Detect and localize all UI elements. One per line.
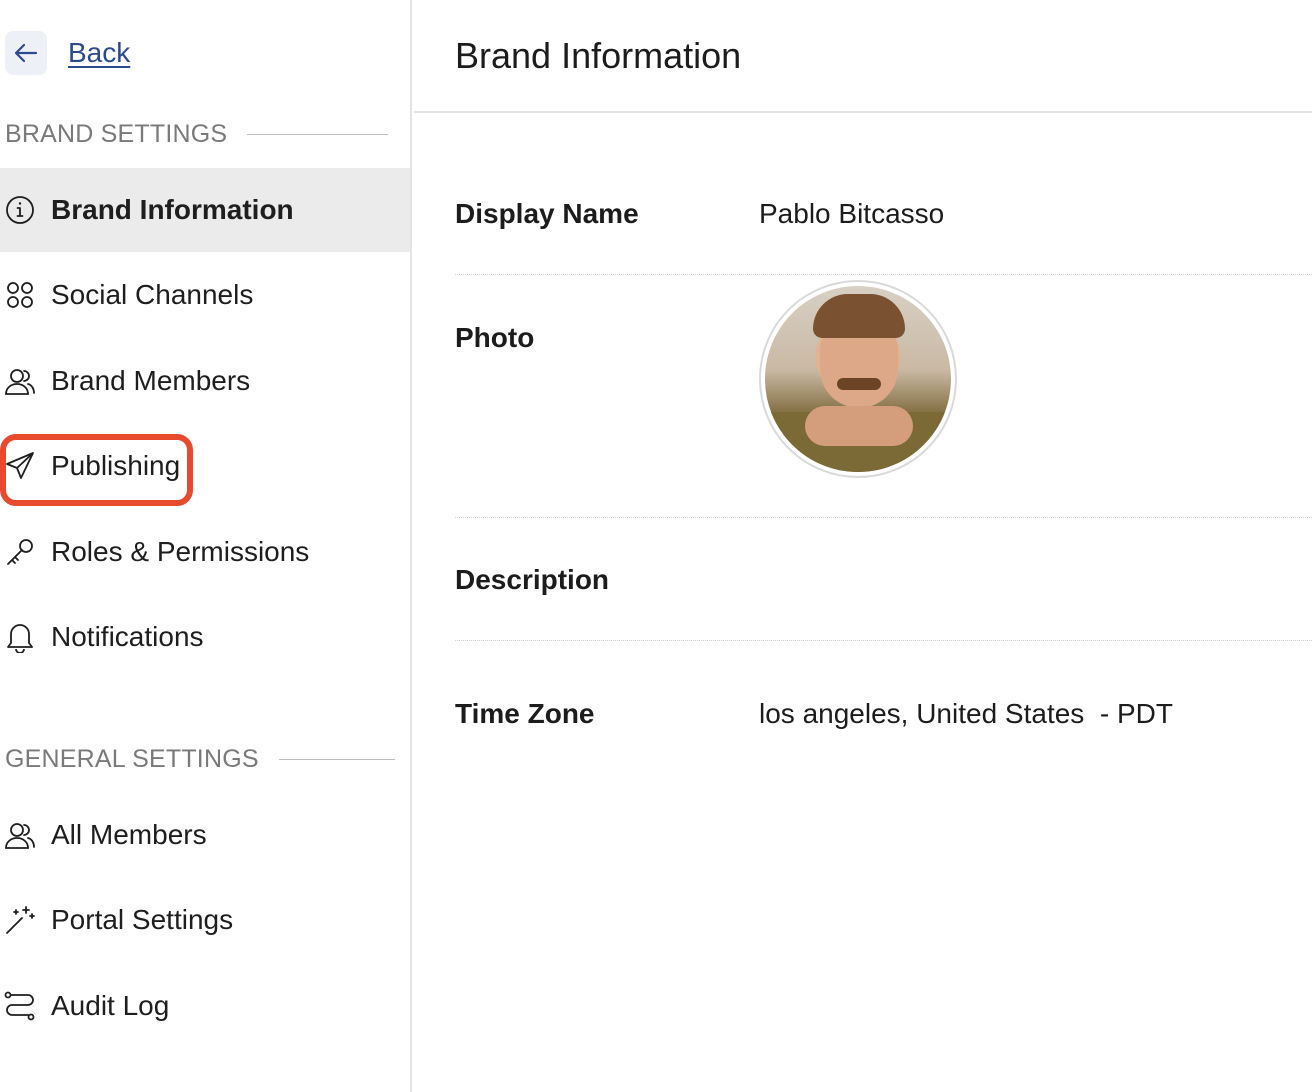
paper-plane-icon	[4, 450, 36, 482]
sidebar-item-label: Audit Log	[51, 990, 170, 1021]
sidebar-item-brand-members[interactable]: Brand Members	[0, 339, 410, 423]
general-settings-heading: GENERAL SETTINGS	[5, 745, 395, 774]
sidebar-item-label: Portal Settings	[51, 904, 234, 935]
sidebar-item-publishing[interactable]: Publishing	[0, 424, 410, 508]
section-divider	[247, 134, 389, 135]
route-icon	[4, 990, 36, 1022]
general-settings-title: GENERAL SETTINGS	[5, 745, 259, 773]
sidebar-item-all-members[interactable]: All Members	[0, 793, 410, 877]
app-root: Back BRAND SETTINGS Brand Information So…	[0, 0, 1312, 1092]
brand-settings-heading: BRAND SETTINGS	[5, 120, 389, 149]
photo-label: Photo	[455, 322, 535, 353]
page-header: Brand Information	[414, 0, 1312, 113]
bell-icon	[4, 621, 36, 653]
back-label[interactable]: Back	[68, 37, 130, 69]
sidebar-item-label: Brand Information	[51, 194, 294, 225]
sidebar-item-brand-information[interactable]: Brand Information	[0, 168, 410, 252]
avatar-hair	[813, 294, 905, 338]
users-icon	[4, 365, 36, 397]
sidebar-item-social-channels[interactable]: Social Channels	[0, 253, 410, 337]
sidebar-item-roles-permissions[interactable]: Roles & Permissions	[0, 510, 410, 594]
description-label: Description	[455, 564, 610, 595]
avatar	[765, 286, 951, 472]
sidebar-item-label: Roles & Permissions	[51, 536, 310, 567]
users-icon	[4, 819, 36, 851]
sidebar-item-label: Brand Members	[51, 365, 251, 396]
social-channels-icon	[4, 279, 36, 311]
back-link[interactable]: Back	[5, 30, 130, 76]
avatar-hands	[805, 406, 913, 446]
settings-sidebar: Back BRAND SETTINGS Brand Information So…	[0, 0, 412, 1092]
sidebar-item-label: Notifications	[51, 621, 204, 652]
main-content: Brand Information Display Name Pablo Bit…	[414, 0, 1312, 1092]
key-icon	[4, 536, 36, 568]
row-divider	[455, 274, 1312, 275]
brand-settings-title: BRAND SETTINGS	[5, 120, 228, 148]
avatar-mustache	[837, 378, 881, 390]
section-divider	[278, 759, 395, 760]
info-icon	[4, 194, 36, 226]
display-name-label: Display Name	[455, 198, 639, 229]
brand-photo[interactable]	[759, 280, 957, 478]
page-title: Brand Information	[455, 34, 742, 76]
row-divider	[455, 517, 1312, 518]
sidebar-item-audit-log[interactable]: Audit Log	[0, 964, 410, 1048]
sidebar-item-portal-settings[interactable]: Portal Settings	[0, 878, 410, 962]
sidebar-item-label: All Members	[51, 819, 207, 850]
display-name-value: Pablo Bitcasso	[759, 198, 945, 229]
time-zone-label: Time Zone	[455, 698, 595, 729]
magic-wand-icon	[4, 904, 36, 936]
row-divider	[455, 640, 1312, 641]
sidebar-item-label: Publishing	[51, 450, 181, 481]
sidebar-item-notifications[interactable]: Notifications	[0, 595, 410, 679]
sidebar-item-label: Social Channels	[51, 279, 254, 310]
time-zone-value: los angeles, United States - PDT	[759, 698, 1173, 729]
arrow-left-icon[interactable]	[5, 31, 47, 75]
